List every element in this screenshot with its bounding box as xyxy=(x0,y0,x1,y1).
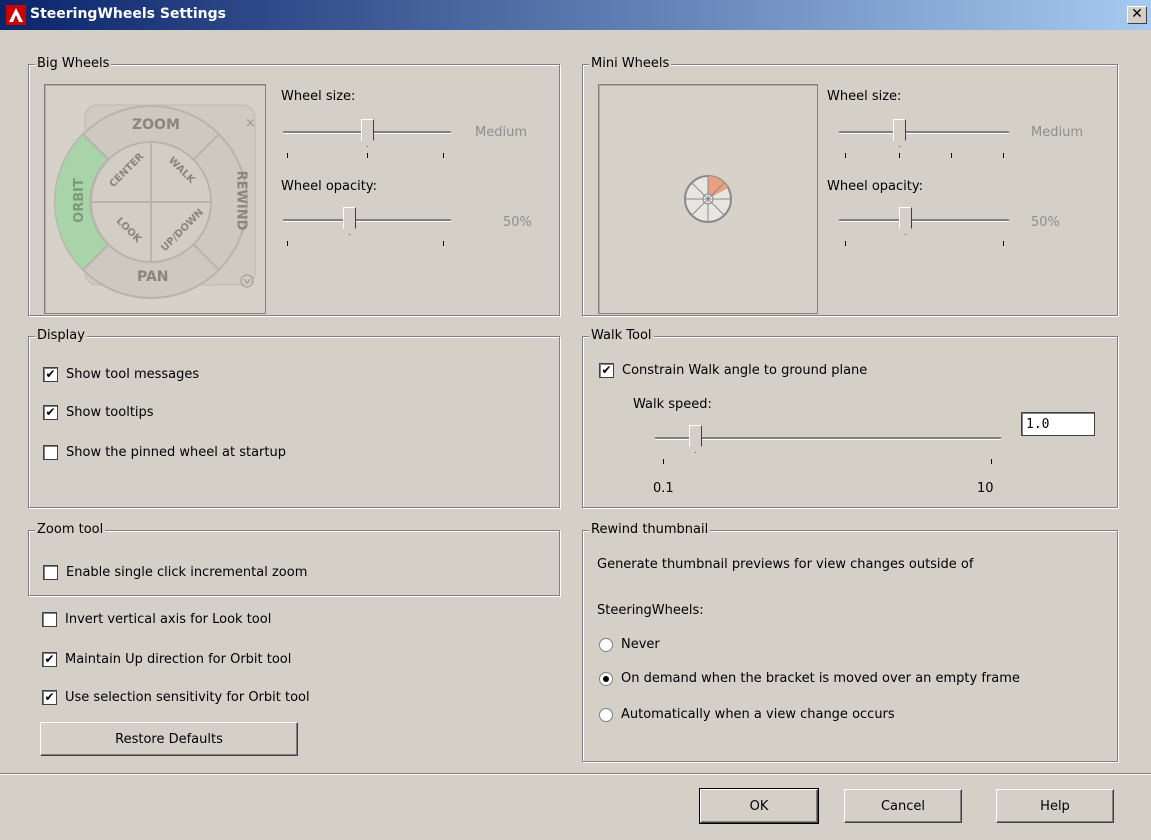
restore-defaults-label: Restore Defaults xyxy=(115,731,223,747)
slider-thumb[interactable] xyxy=(361,119,374,147)
slider-thumb[interactable] xyxy=(689,425,702,453)
rewind-description-line2: SteeringWheels: xyxy=(597,603,704,618)
show-pinned-wheel-label: Show the pinned wheel at startup xyxy=(66,445,286,460)
big-wheel-size-label: Wheel size: xyxy=(281,89,356,104)
help-label: Help xyxy=(1040,798,1070,814)
mini-wheel-opacity-value: 50% xyxy=(1031,215,1060,230)
mini-wheel-opacity-label: Wheel opacity: xyxy=(827,179,923,194)
rewind-never-radio[interactable]: Never xyxy=(599,637,660,652)
big-wheel-preview: × ZOOM PAN ORBIT REWIND CENTER WALK LOOK… xyxy=(44,84,266,314)
close-icon: ✕ xyxy=(1131,6,1143,22)
checkmark-icon[interactable]: ✔ xyxy=(599,363,614,378)
rewind-description-line1: Generate thumbnail previews for view cha… xyxy=(597,557,974,572)
single-click-zoom-checkbox[interactable]: Enable single click incremental zoom xyxy=(43,565,307,580)
show-tooltips-label: Show tooltips xyxy=(66,405,154,420)
checkmark-icon[interactable]: ✔ xyxy=(43,367,58,382)
mini-wheel-size-label: Wheel size: xyxy=(827,89,902,104)
mini-wheels-title: Mini Wheels xyxy=(589,56,672,72)
window-title: SteeringWheels Settings xyxy=(30,6,226,22)
big-wheel-opacity-value: 50% xyxy=(503,215,532,230)
wheel-orbit-label: ORBIT xyxy=(71,178,87,223)
big-wheels-group: Big Wheels × ZOOM PAN ORBIT REWIND CENTE… xyxy=(28,56,560,316)
help-button[interactable]: Help xyxy=(996,789,1114,823)
slider-thumb[interactable] xyxy=(893,119,906,147)
big-wheels-title: Big Wheels xyxy=(35,56,112,72)
wheel-close-icon: × xyxy=(245,116,256,131)
wheel-zoom-label: ZOOM xyxy=(132,117,180,133)
cancel-label: Cancel xyxy=(880,798,926,814)
show-tooltips-checkbox[interactable]: ✔ Show tooltips xyxy=(43,405,154,420)
walk-speed-min: 0.1 xyxy=(653,481,674,496)
cancel-button[interactable]: Cancel xyxy=(844,789,962,823)
show-tool-messages-checkbox[interactable]: ✔ Show tool messages xyxy=(43,367,199,382)
big-wheel-size-value: Medium xyxy=(475,125,527,140)
mini-wheel-size-value: Medium xyxy=(1031,125,1083,140)
big-wheel-size-slider[interactable] xyxy=(283,115,451,158)
ok-button[interactable]: OK xyxy=(699,788,819,824)
footer-separator xyxy=(0,773,1151,775)
selection-sensitivity-label: Use selection sensitivity for Orbit tool xyxy=(65,690,310,705)
invert-vertical-label: Invert vertical axis for Look tool xyxy=(65,612,272,627)
ok-label: OK xyxy=(749,798,769,814)
rewind-thumbnail-title: Rewind thumbnail xyxy=(589,522,711,538)
rewind-automatically-label: Automatically when a view change occurs xyxy=(621,707,895,722)
mini-wheel-opacity-slider[interactable] xyxy=(839,203,1009,246)
wheel-pan-label: PAN xyxy=(137,269,169,285)
big-wheel-opacity-label: Wheel opacity: xyxy=(281,179,377,194)
mini-steering-wheel-icon xyxy=(684,175,732,223)
walk-speed-label: Walk speed: xyxy=(633,397,712,412)
walk-tool-title: Walk Tool xyxy=(589,328,654,344)
checkmark-icon[interactable]: ✔ xyxy=(42,690,57,705)
single-click-zoom-label: Enable single click incremental zoom xyxy=(66,565,308,580)
invert-vertical-checkbox[interactable]: Invert vertical axis for Look tool xyxy=(42,612,271,627)
maintain-up-label: Maintain Up direction for Orbit tool xyxy=(65,652,292,667)
autocad-icon xyxy=(6,5,26,25)
zoom-tool-group: Zoom tool Enable single click incrementa… xyxy=(28,522,560,596)
rewind-on-demand-radio[interactable]: On demand when the bracket is moved over… xyxy=(599,671,1020,686)
display-title: Display xyxy=(35,328,87,344)
rewind-automatically-radio[interactable]: Automatically when a view change occurs xyxy=(599,707,895,722)
constrain-walk-checkbox[interactable]: ✔ Constrain Walk angle to ground plane xyxy=(599,363,867,378)
walk-speed-input[interactable] xyxy=(1021,412,1095,436)
walk-speed-max: 10 xyxy=(977,481,994,496)
maintain-up-checkbox[interactable]: ✔ Maintain Up direction for Orbit tool xyxy=(42,652,291,667)
restore-defaults-button[interactable]: Restore Defaults xyxy=(40,722,298,756)
show-tool-messages-label: Show tool messages xyxy=(66,367,200,382)
title-bar: SteeringWheels Settings ✕ xyxy=(0,0,1151,30)
checkmark-icon[interactable]: ✔ xyxy=(43,405,58,420)
rewind-thumbnail-group: Rewind thumbnail Generate thumbnail prev… xyxy=(582,522,1118,762)
checkmark-icon[interactable]: ✔ xyxy=(42,652,57,667)
big-wheel-opacity-slider[interactable] xyxy=(283,203,451,246)
mini-wheel-preview xyxy=(598,84,818,314)
slider-thumb[interactable] xyxy=(343,207,356,235)
rewind-on-demand-label: On demand when the bracket is moved over… xyxy=(621,671,1020,686)
display-group: Display ✔ Show tool messages ✔ Show toolti… xyxy=(28,328,560,508)
selection-sensitivity-checkbox[interactable]: ✔ Use selection sensitivity for Orbit too… xyxy=(42,690,310,705)
walk-tool-group: Walk Tool ✔ Constrain Walk angle to groun… xyxy=(582,328,1118,508)
zoom-tool-title: Zoom tool xyxy=(35,522,106,538)
constrain-walk-label: Constrain Walk angle to ground plane xyxy=(622,363,868,378)
wheel-rewind-label: REWIND xyxy=(233,170,249,231)
mini-wheels-group: Mini Wheels Wheel size: Medium Wheel opa… xyxy=(582,56,1118,316)
mini-wheel-size-slider[interactable] xyxy=(839,115,1009,158)
walk-speed-slider[interactable] xyxy=(655,421,1001,464)
rewind-never-label: Never xyxy=(621,637,660,652)
slider-thumb[interactable] xyxy=(899,207,912,235)
show-pinned-wheel-checkbox[interactable]: Show the pinned wheel at startup xyxy=(43,445,286,460)
close-button[interactable]: ✕ xyxy=(1127,6,1147,24)
